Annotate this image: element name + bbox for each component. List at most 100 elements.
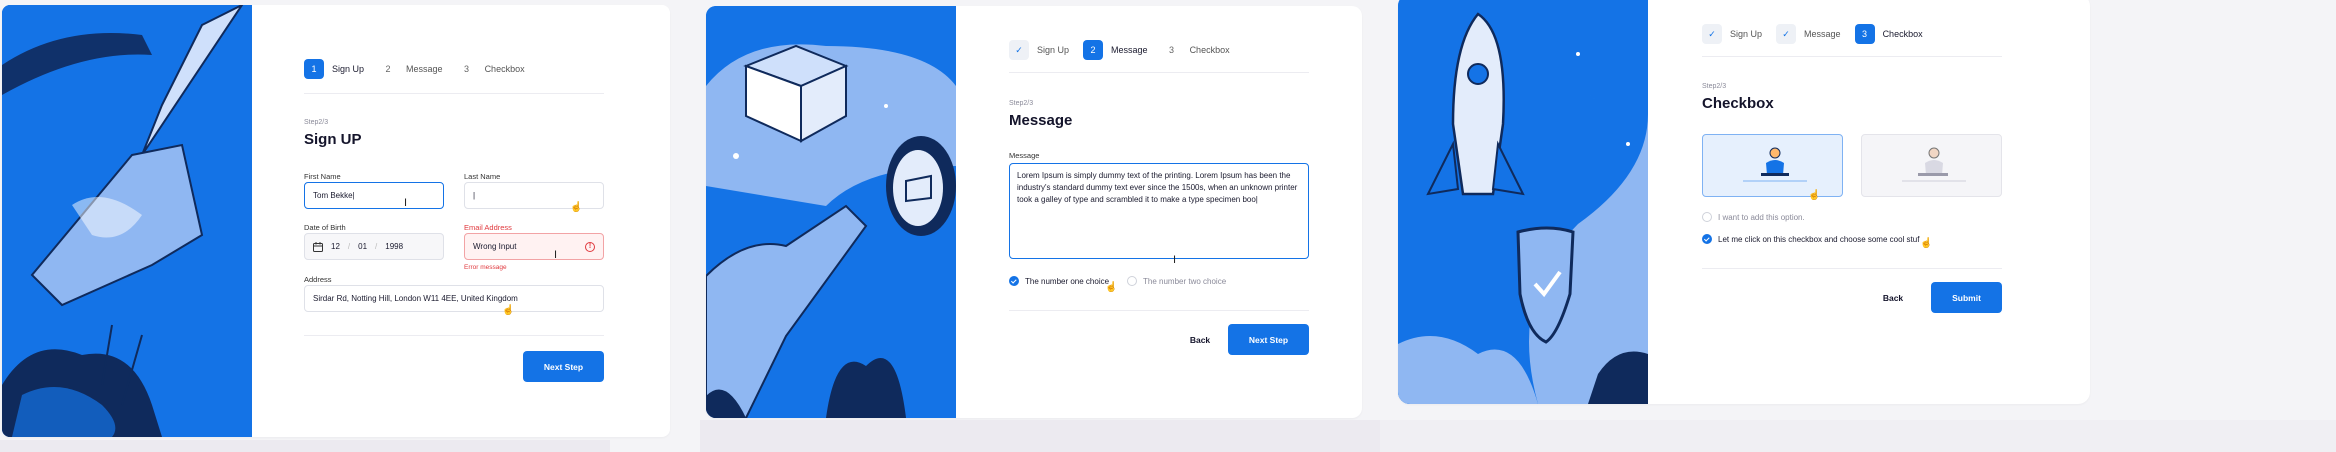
email-field[interactable]: Wrong Input ! <box>464 233 604 260</box>
step-message[interactable]: 2 Message <box>1083 40 1148 60</box>
address-value: Sirdar Rd, Notting Hill, London W11 4EE,… <box>313 294 518 303</box>
email-label: Email Address <box>464 223 512 232</box>
step-message[interactable]: ✓ Message <box>1776 24 1841 44</box>
choice-one-label: The number one choice <box>1025 276 1110 286</box>
message-textarea[interactable]: Lorem Ipsum is simply dummy text of the … <box>1009 163 1309 259</box>
hand-pointer-icon: ☝ <box>1808 190 1821 201</box>
address-label: Address <box>304 275 332 284</box>
address-field[interactable]: Sirdar Rd, Notting Hill, London W11 4EE,… <box>304 285 604 312</box>
step-label: Checkbox <box>1189 45 1230 55</box>
last-name-label: Last Name <box>464 172 501 181</box>
step-checkbox[interactable]: 3 Checkbox <box>1854 24 1923 44</box>
email-value: Wrong Input <box>473 242 517 251</box>
hand-pointer-icon: ☝ <box>1920 238 1933 249</box>
divider <box>1009 310 1309 311</box>
hand-pointer-icon: ☝ <box>502 305 515 316</box>
signup-form: 1 Sign Up 2 Message 3 Checkbox Step2/3 S… <box>304 5 604 437</box>
first-name-value: Tom Bekke <box>313 191 353 200</box>
back-button[interactable]: Back <box>1862 282 1924 313</box>
dob-label: Date of Birth <box>304 223 346 232</box>
illustration <box>1398 0 1648 404</box>
step-indicator: Step2/3 <box>304 119 329 126</box>
step-label: Checkbox <box>1882 29 1923 39</box>
step-signup[interactable]: 1 Sign Up <box>304 59 364 79</box>
choice-two-label: The number two choice <box>1143 276 1227 286</box>
step-checkbox[interactable]: 3 Checkbox <box>1162 40 1230 60</box>
back-button[interactable]: Back <box>1169 324 1231 355</box>
hand-pointer-icon: ☝ <box>570 202 583 213</box>
check-icon: ✓ <box>1776 24 1797 44</box>
choice-one-radio[interactable]: The number one choice <box>1009 276 1109 286</box>
step-number: 3 <box>464 64 470 74</box>
hand-pointer-icon: ☝ <box>1105 282 1118 293</box>
choice-two-radio[interactable]: The number two choice <box>1127 276 1226 286</box>
step-number: 3 <box>1854 24 1875 44</box>
step-label: Message <box>406 64 443 74</box>
message-form: ✓ Sign Up 2 Message 3 Checkbox Step2/3 M… <box>1009 6 1309 418</box>
option-card[interactable] <box>1861 134 2002 197</box>
text-cursor-icon: Ι <box>1173 254 1177 266</box>
divider <box>304 93 604 94</box>
option-one-label: I want to add this option. <box>1718 212 1805 222</box>
step-checkbox[interactable]: 3 Checkbox <box>457 59 525 79</box>
divider <box>1009 72 1309 73</box>
next-step-button[interactable]: Next Step <box>523 351 604 382</box>
dob-separator: / <box>347 242 351 251</box>
last-name-field[interactable]: | <box>464 182 604 209</box>
first-name-field[interactable]: Tom Bekke | <box>304 182 444 209</box>
step-number: 2 <box>385 64 391 74</box>
page-title: Checkbox <box>1702 95 1774 112</box>
text-caret: | <box>352 191 355 200</box>
signup-panel: 1 Sign Up 2 Message 3 Checkbox Step2/3 S… <box>2 5 670 437</box>
step-label: Checkbox <box>484 64 525 74</box>
footer-strip <box>1380 420 2336 452</box>
dob-separator: / <box>375 242 378 251</box>
calendar-icon <box>313 241 323 252</box>
email-error-message: Error message <box>464 264 507 271</box>
step-label: Message <box>1111 45 1148 55</box>
option-two-label: Let me click on this checkbox and choose… <box>1718 234 1920 244</box>
divider <box>1702 56 2002 57</box>
checkbox-form: ✓ Sign Up ✓ Message 3 Checkbox Step2/3 C… <box>1702 0 2002 404</box>
page-title: Sign UP <box>304 131 362 148</box>
option-one-checkbox[interactable]: I want to add this option. <box>1702 212 1805 222</box>
page-title: Message <box>1009 112 1073 129</box>
footer-strip <box>0 440 610 452</box>
text-cursor-icon: Ι <box>404 197 408 209</box>
check-icon: ✓ <box>1009 40 1029 60</box>
step-label: Sign Up <box>1037 45 1070 55</box>
stepper: 1 Sign Up 2 Message 3 Checkbox <box>304 58 604 80</box>
text-cursor-icon: Ι <box>554 249 558 261</box>
step-signup[interactable]: ✓ Sign Up <box>1702 24 1762 44</box>
check-icon: ✓ <box>1702 24 1722 44</box>
option-card-selected[interactable] <box>1702 134 1843 197</box>
step-label: Sign Up <box>332 64 365 74</box>
person-reading-icon <box>1902 147 1966 182</box>
text-caret: | <box>473 191 476 200</box>
checkbox-checked-icon <box>1702 234 1712 244</box>
radio-unchecked-icon <box>1127 276 1137 286</box>
option-two-checkbox[interactable]: Let me click on this checkbox and choose… <box>1702 234 1919 244</box>
divider <box>304 335 604 336</box>
checkbox-panel: ✓ Sign Up ✓ Message 3 Checkbox Step2/3 C… <box>1398 0 2090 404</box>
checkbox-unchecked-icon <box>1702 212 1712 222</box>
error-icon: ! <box>585 241 595 252</box>
step-number: 1 <box>304 59 324 79</box>
step-message[interactable]: 2 Message <box>378 59 443 79</box>
footer-strip <box>700 420 1380 452</box>
dob-year: 1998 <box>385 242 404 251</box>
illustration <box>2 5 252 437</box>
dob-field[interactable]: 12 / 01 / 1998 <box>304 233 444 260</box>
step-signup[interactable]: ✓ Sign Up <box>1009 40 1069 60</box>
step-indicator: Step2/3 <box>1009 100 1034 107</box>
radio-checked-icon <box>1009 276 1019 286</box>
submit-button[interactable]: Submit <box>1931 282 2002 313</box>
next-step-button[interactable]: Next Step <box>1228 324 1309 355</box>
first-name-label: First Name <box>304 172 341 181</box>
step-indicator: Step2/3 <box>1702 83 1727 90</box>
dob-day: 12 <box>331 242 340 251</box>
dob-month: 01 <box>358 242 368 251</box>
step-number: 3 <box>1169 45 1175 55</box>
message-label: Message <box>1009 151 1040 160</box>
illustration <box>706 6 956 418</box>
